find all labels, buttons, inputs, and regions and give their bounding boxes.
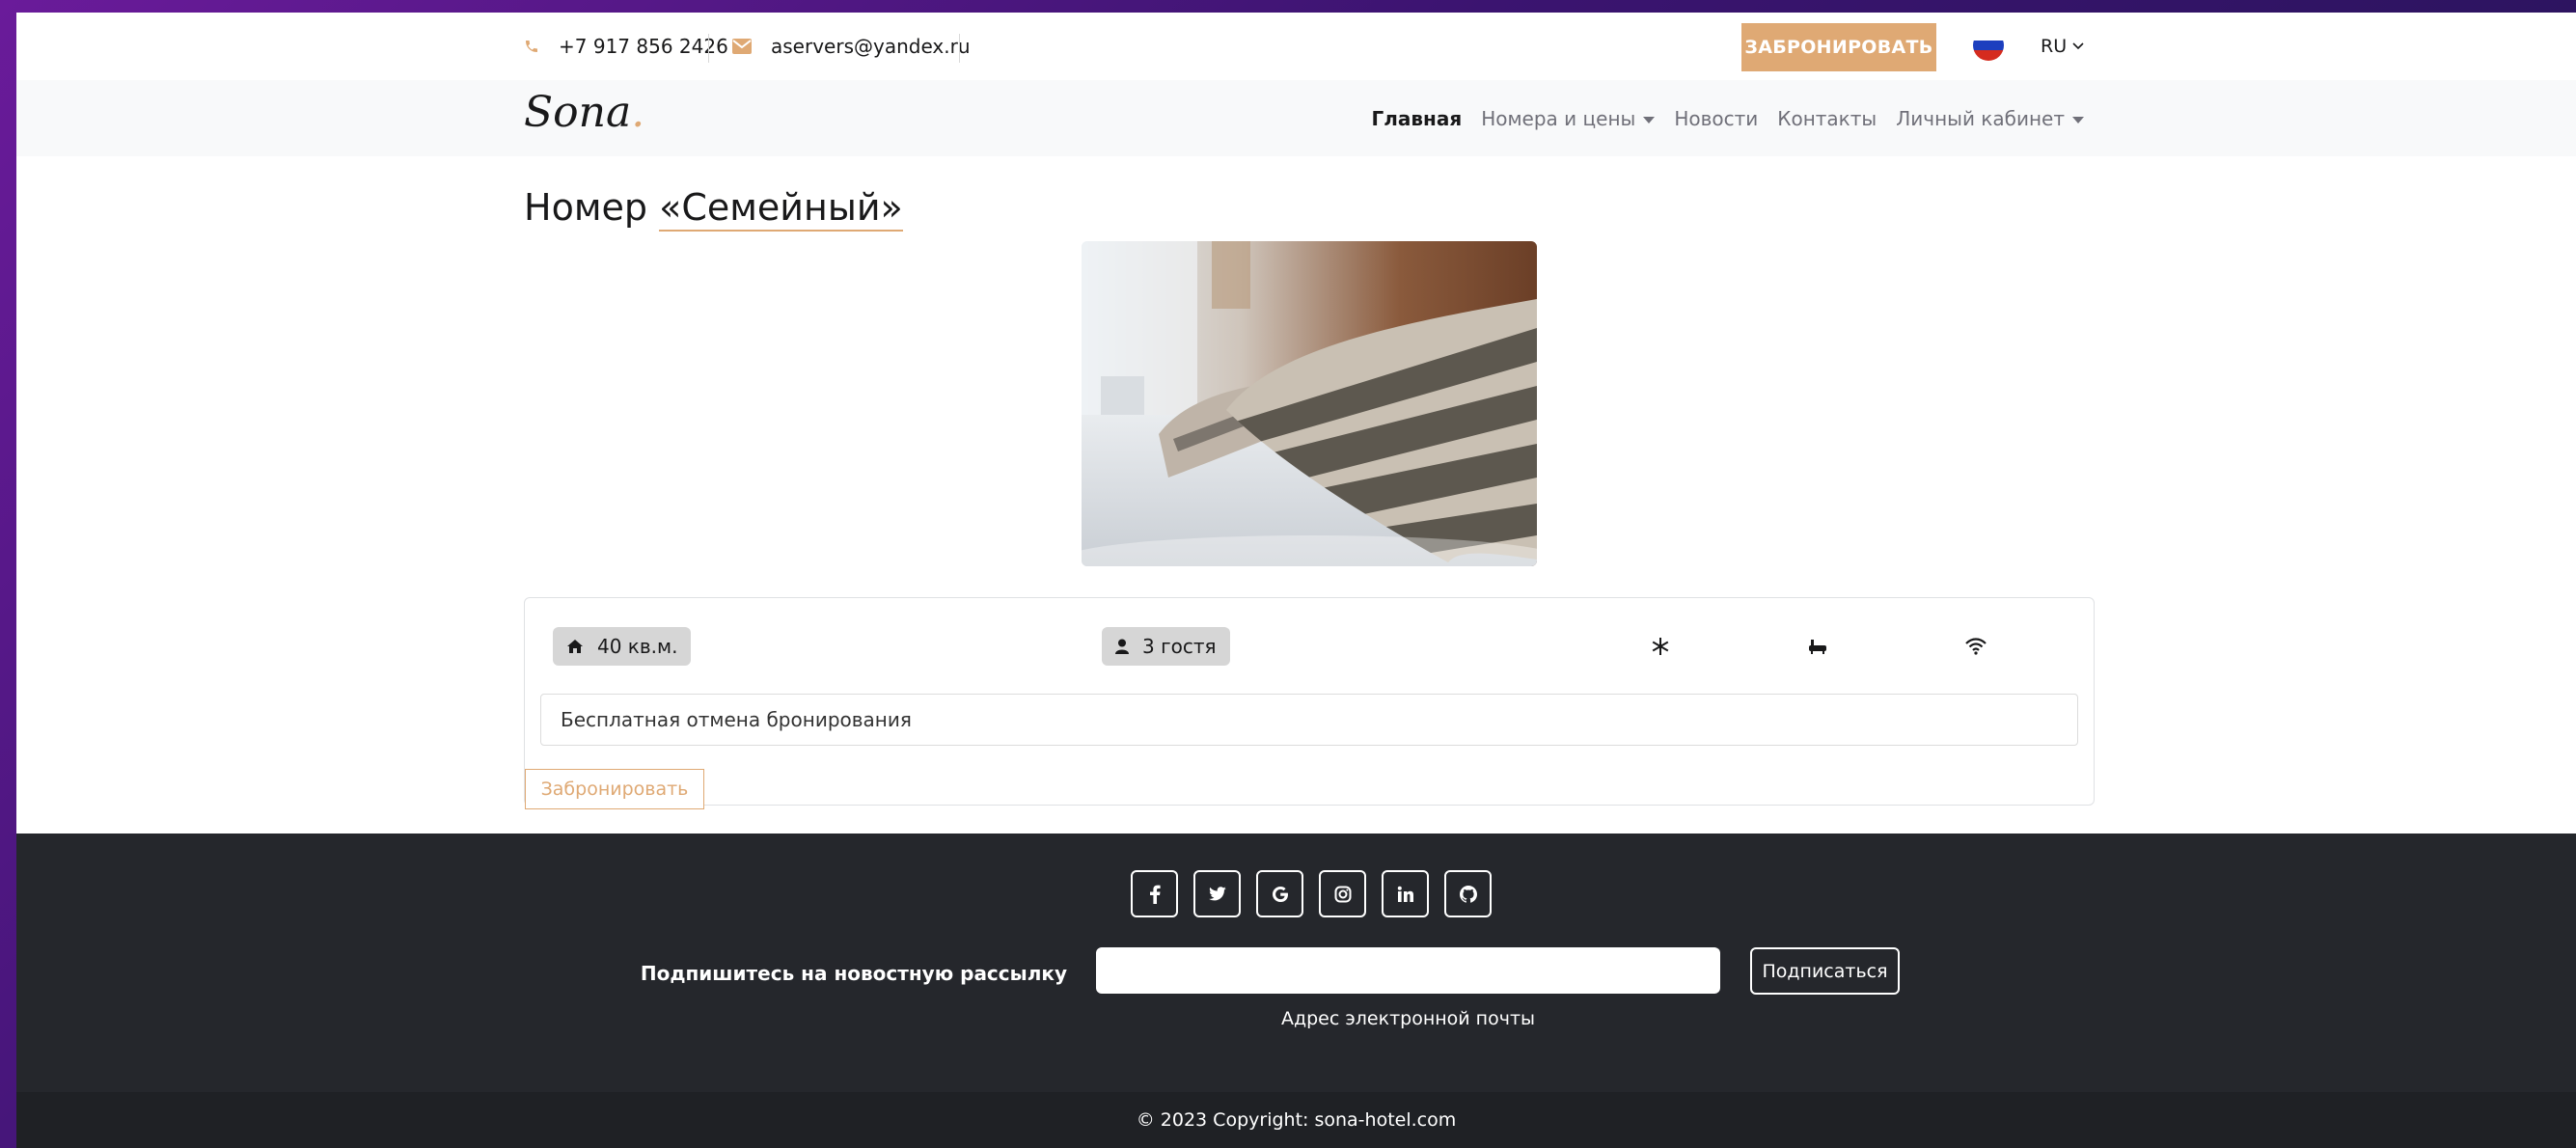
wifi-icon	[1962, 633, 1989, 660]
envelope-icon	[732, 39, 752, 54]
home-icon	[566, 639, 584, 654]
twitter-icon[interactable]	[1193, 870, 1241, 917]
github-icon[interactable]	[1444, 870, 1492, 917]
copyright-text: © 2023 Copyright: sona-hotel.com	[1136, 1109, 1457, 1131]
instagram-icon[interactable]	[1319, 870, 1366, 917]
logo-text: Sona	[524, 88, 632, 137]
newsletter-help-text: Адрес электронной почты	[1280, 1008, 1536, 1029]
logo-dot: .	[631, 88, 645, 137]
social-links	[1131, 870, 1492, 917]
facebook-icon[interactable]	[1131, 870, 1178, 917]
linkedin-icon[interactable]	[1382, 870, 1429, 917]
email-contact[interactable]: aservers@yandex.ru	[732, 13, 971, 80]
nav-menu: Главная Номера и цены Новости Контакты Л…	[1371, 80, 2084, 156]
nav-item-account-label: Личный кабинет	[1896, 106, 2065, 130]
language-dropdown[interactable]: RU	[2041, 13, 2084, 80]
room-details-card: 40 кв.м. 3 гостя Бесплатная отмена брони…	[524, 597, 2095, 809]
book-now-button[interactable]: ЗАБРОНИРОВАТЬ	[1741, 23, 1936, 71]
area-value: 40 кв.м.	[597, 635, 678, 658]
area-badge: 40 кв.м.	[553, 627, 692, 666]
browser-page: +7 917 856 2426 aservers@yandex.ru ЗАБРО…	[16, 13, 2576, 1148]
google-icon[interactable]	[1256, 870, 1303, 917]
room-description: Бесплатная отмена бронирования	[540, 694, 2078, 746]
main-navbar: Sona. Главная Номера и цены Новости Конт…	[16, 80, 2576, 156]
divider	[708, 34, 709, 63]
page-title-prefix: Номер	[524, 186, 660, 229]
top-bar: +7 917 856 2426 aservers@yandex.ru ЗАБРО…	[16, 13, 2576, 80]
nav-item-contacts[interactable]: Контакты	[1777, 107, 1877, 130]
nav-item-rooms-label: Номера и цены	[1481, 106, 1636, 130]
room-photo	[1082, 241, 1537, 566]
nav-item-news[interactable]: Новости	[1674, 107, 1758, 130]
caret-down-icon	[2072, 116, 2084, 123]
email-address: aservers@yandex.ru	[771, 35, 971, 58]
room-name: «Семейный»	[659, 186, 903, 232]
page-title: Номер «Семейный»	[524, 186, 903, 232]
nav-item-account[interactable]: Личный кабинет	[1896, 107, 2084, 130]
chevron-down-icon	[2072, 42, 2084, 50]
bath-icon	[1804, 633, 1831, 660]
nav-item-home[interactable]: Главная	[1371, 107, 1462, 130]
copyright-bar: © 2023 Copyright: sona-hotel.com	[16, 1092, 2576, 1148]
subscribe-button[interactable]: Подписаться	[1750, 947, 1900, 995]
russia-flag-icon[interactable]	[1973, 30, 2004, 61]
book-room-button[interactable]: Забронировать	[525, 769, 704, 809]
guests-badge: 3 гостя	[1102, 627, 1230, 666]
phone-contact[interactable]: +7 917 856 2426	[524, 13, 728, 80]
site-logo[interactable]: Sona.	[524, 88, 644, 137]
footer: Подпишитесь на новостную рассылку Подпис…	[16, 834, 2576, 1148]
guests-value: 3 гостя	[1142, 635, 1217, 658]
caret-down-icon	[1643, 116, 1656, 123]
nav-item-rooms[interactable]: Номера и цены	[1481, 106, 1656, 130]
user-icon	[1115, 639, 1129, 654]
newsletter-label: Подпишитесь на новостную рассылку	[640, 962, 1067, 985]
divider	[959, 34, 960, 63]
newsletter-email-input[interactable]	[1096, 947, 1720, 994]
language-label: RU	[2041, 36, 2068, 57]
snowflake-icon	[1647, 633, 1674, 660]
phone-number: +7 917 856 2426	[559, 35, 728, 58]
phone-icon	[524, 39, 539, 54]
